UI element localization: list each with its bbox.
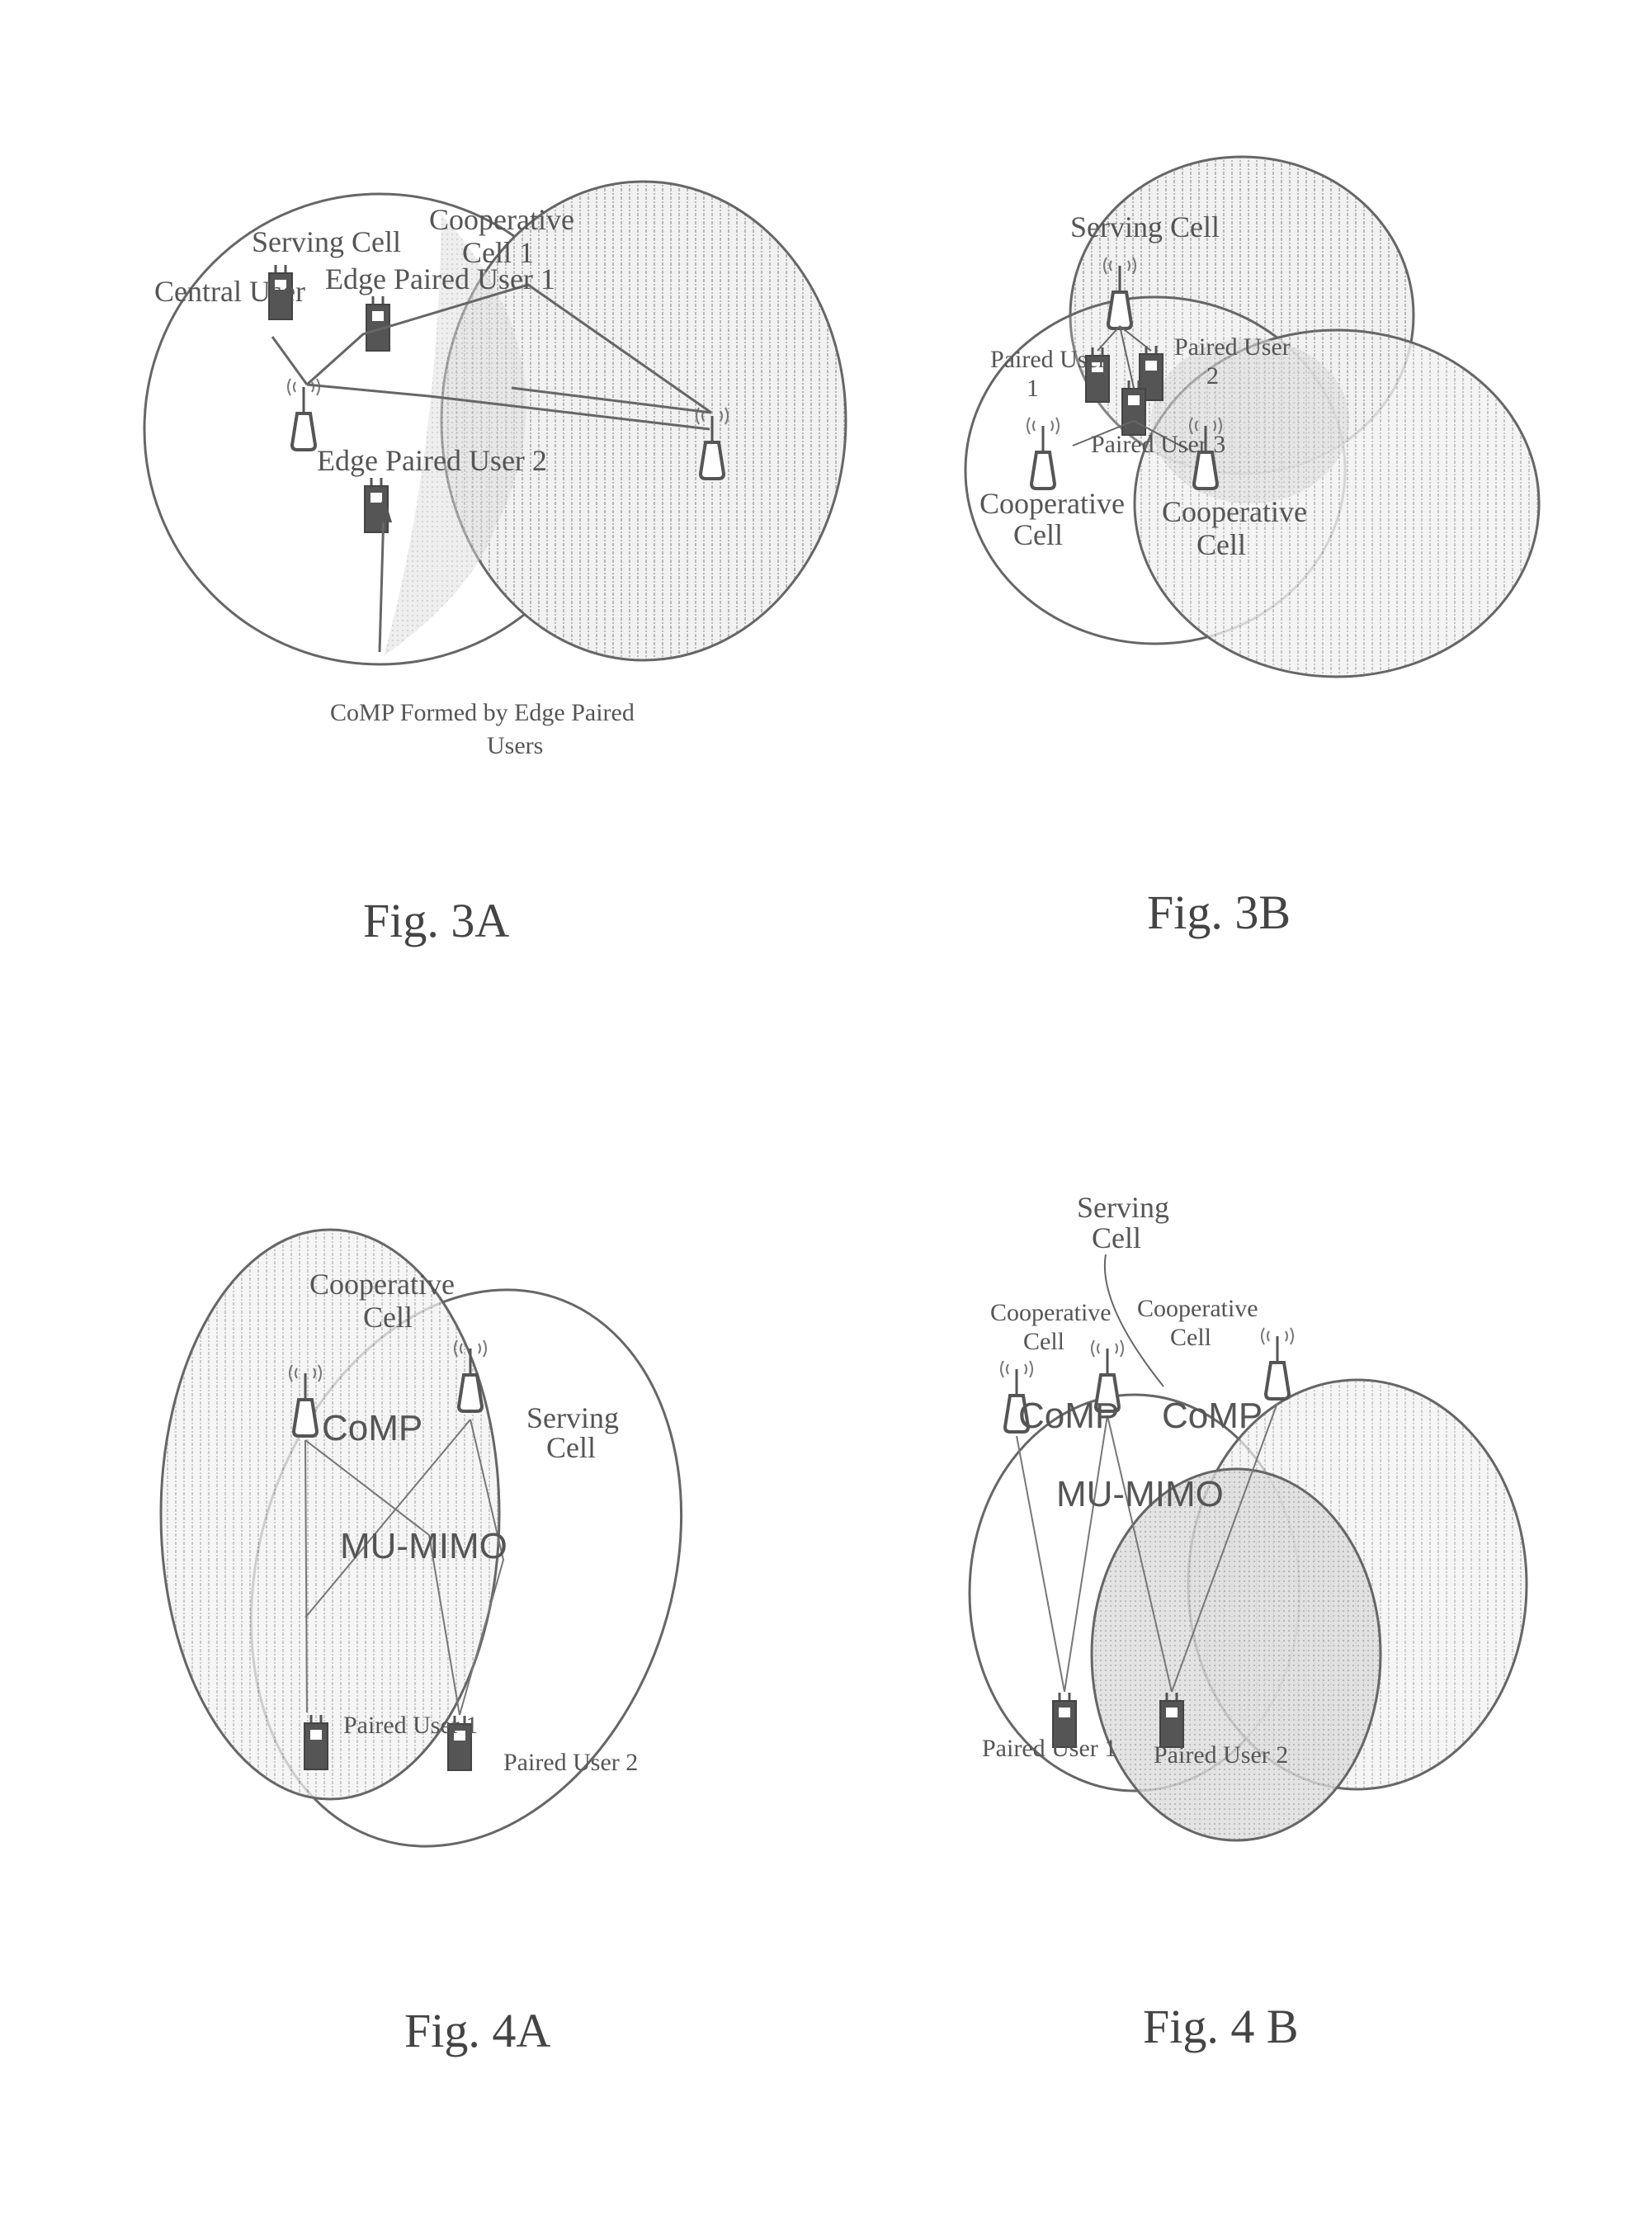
figure-4a: Cooperative Cell Serving Cell CoMP MU-MI…: [159, 1228, 683, 2057]
paired-user-1-label-line2: 1: [1027, 375, 1039, 402]
edge-paired-user-2-label: Edge Paired User 2: [317, 444, 547, 477]
paired-user-2-label-line1: Paired User: [1174, 333, 1291, 361]
serving-cell-label: Serving Cell: [1070, 210, 1220, 243]
paired-user-1-label: Paired User 1: [982, 1735, 1116, 1762]
comp-left-label: CoMP: [1018, 1396, 1119, 1436]
paired-user-1-phone-icon: [303, 1713, 329, 1771]
patent-figure-sheet: Serving Cell Cooperative Cell 1 Central …: [143, 155, 1541, 2057]
cooperative-cell-right-label-line2: Cell: [1197, 528, 1246, 561]
figure-3a: Serving Cell Cooperative Cell 1 Central …: [143, 180, 847, 947]
cooperative-cell-left-label-line1: Cooperative: [979, 487, 1125, 520]
figure-4a-caption: Fig. 4A: [404, 2004, 550, 2057]
cooperative-cell-label-line1: Cooperative: [429, 203, 574, 236]
cooperative-cell-left-label-line2: Cell: [1023, 1328, 1064, 1355]
edge-paired-user-1-label: Edge Paired User 1: [325, 262, 555, 295]
mu-mimo-label: MU-MIMO: [1056, 1474, 1224, 1514]
cooperative-cell-left-label-line1: Cooperative: [990, 1299, 1112, 1326]
edge-paired-user-1-phone-icon: [365, 295, 391, 352]
figure-4b-caption: Fig. 4 B: [1143, 2000, 1299, 2053]
cooperative-cell-label-line2: Cell: [363, 1301, 413, 1334]
comp-label: CoMP: [322, 1408, 422, 1448]
serving-cell-label-line1: Serving: [1077, 1191, 1169, 1224]
paired-user-2-label: Paired User 2: [503, 1749, 638, 1776]
serving-cell-label-line2: Cell: [1092, 1221, 1141, 1254]
cooperative-cell-right-label-line1: Cooperative: [1162, 495, 1307, 528]
cooperative-right-base-station-icon: [1260, 1326, 1295, 1401]
paired-user-1-label: Paired User 1: [343, 1712, 478, 1739]
cooperative-cell-left-label-line2: Cell: [1013, 518, 1063, 551]
mu-mimo-label: MU-MIMO: [340, 1526, 507, 1566]
figure-3b: Serving Cell Paired User 1 Paired User 2…: [964, 155, 1541, 939]
serving-cell-label-line2: Cell: [546, 1431, 596, 1464]
paired-user-3-label: Paired User 3: [1091, 431, 1225, 458]
central-user-label: Central User: [154, 275, 305, 308]
paired-user-2-label: Paired User 2: [1154, 1741, 1288, 1769]
paired-user-3-phone-icon: [1121, 379, 1147, 437]
figure-3a-caption: Fig. 3A: [363, 894, 509, 947]
figure-4b: Serving Cell Cooperative Cell Cooperativ…: [968, 1191, 1528, 2053]
serving-cell-ellipse: [1090, 1467, 1382, 1842]
serving-cell-label: Serving Cell: [252, 225, 401, 258]
paired-user-2-phone-icon: [1159, 1691, 1185, 1749]
triple-overlap-region: [1151, 338, 1349, 503]
comp-callout-label-line1: CoMP Formed by Edge Paired: [330, 699, 635, 726]
cooperative-cell-label-line1: Cooperative: [309, 1268, 455, 1301]
cooperative-cell-right-label-line2: Cell: [1170, 1324, 1211, 1351]
paired-user-1-label-line1: Paired User: [990, 346, 1107, 373]
serving-cell-label-line1: Serving: [526, 1401, 619, 1434]
cooperative-cell-right-label-line1: Cooperative: [1137, 1295, 1258, 1322]
comp-callout-label-line2: Users: [487, 732, 543, 759]
figure-3b-caption: Fig. 3B: [1147, 886, 1291, 939]
paired-user-2-label-line2: 2: [1206, 362, 1219, 390]
comp-right-label: CoMP: [1162, 1396, 1263, 1436]
